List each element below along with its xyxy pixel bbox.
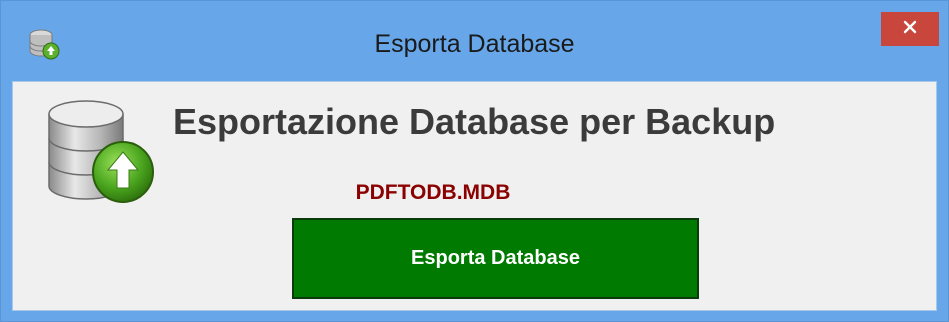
database-export-icon — [41, 96, 161, 208]
page-heading: Esportazione Database per Backup — [173, 101, 776, 142]
title-bar[interactable]: Esporta Database — [1, 1, 948, 79]
dialog-body: Esportazione Database per Backup PDFTODB… — [12, 81, 937, 311]
export-database-button[interactable]: Esporta Database — [292, 218, 699, 299]
close-button[interactable] — [881, 12, 939, 46]
close-icon — [902, 19, 918, 40]
database-filename: PDFTODB.MDB — [355, 181, 511, 204]
dialog-window: Esporta Database Esportazione Database p… — [0, 0, 949, 322]
window-title: Esporta Database — [374, 30, 575, 58]
